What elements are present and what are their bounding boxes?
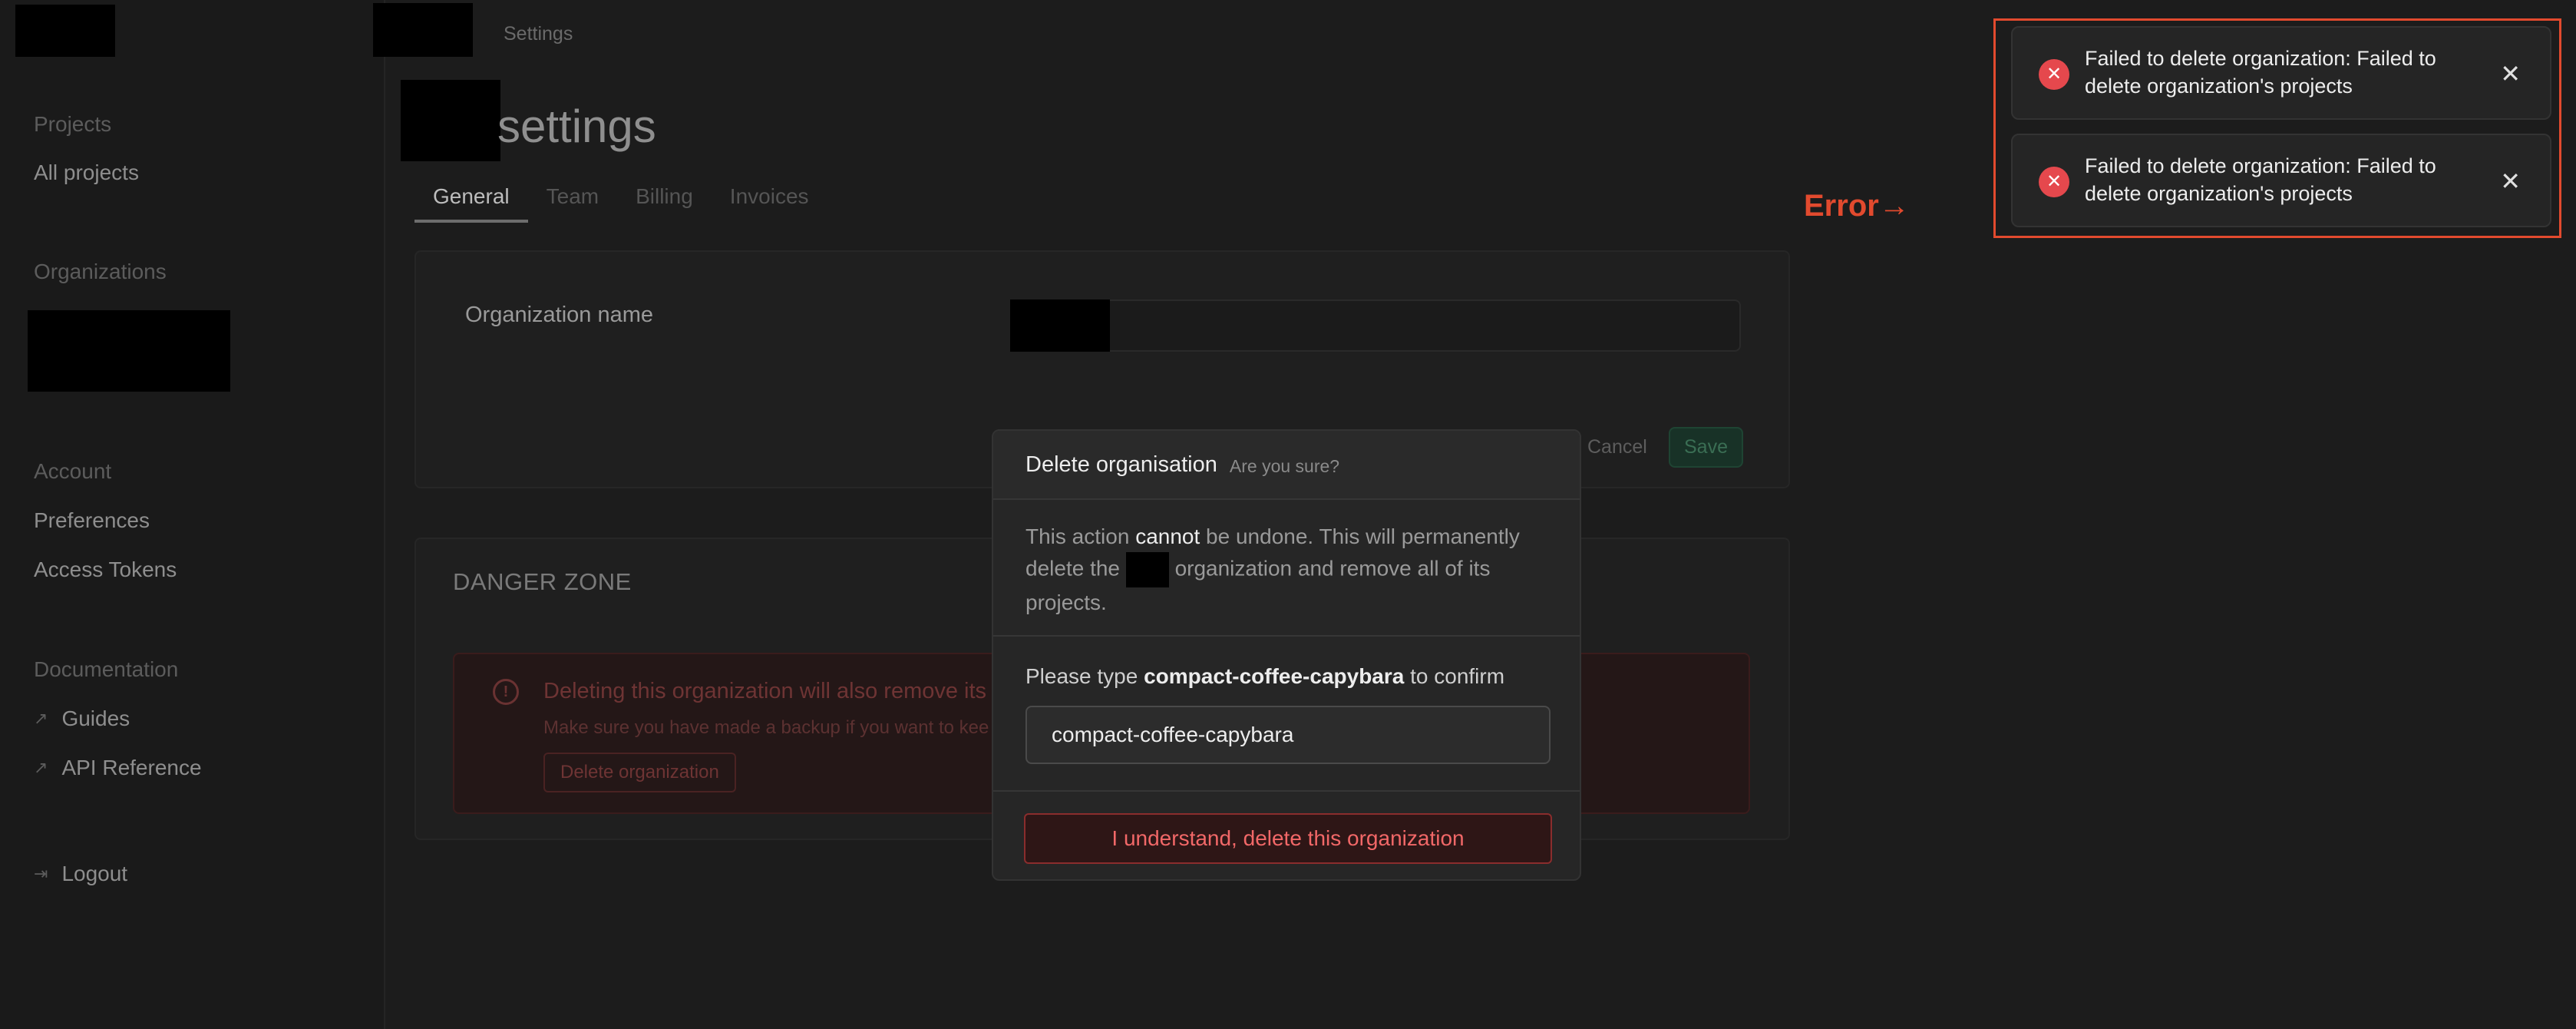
sidebar-section-organizations: Organizations xyxy=(34,260,167,283)
project-name-redacted[interactable] xyxy=(373,3,473,57)
sidebar-section-account: Account xyxy=(34,459,112,483)
danger-warning-heading: Deleting this organization will also rem… xyxy=(543,679,1006,703)
confirm-name-input[interactable]: compact-coffee-capybara xyxy=(1025,706,1551,764)
sidebar-item-label: All projects xyxy=(34,160,139,184)
logo-redacted xyxy=(15,5,115,57)
sidebar-item-api-reference[interactable]: ↗ API Reference xyxy=(34,756,202,780)
breadcrumb: Settings xyxy=(504,23,573,45)
confirm-instruction: Please type compact-coffee-capybara to c… xyxy=(1025,664,1504,689)
close-icon[interactable]: ✕ xyxy=(2500,166,2521,197)
modal-confirm-section: Please type compact-coffee-capybara to c… xyxy=(993,638,1580,792)
logout-button[interactable]: ⇥ Logout xyxy=(34,862,127,886)
toast-message: Failed to delete organization: Failed to… xyxy=(2085,154,2436,205)
modal-warning-body: This action cannot be undone. This will … xyxy=(993,501,1580,637)
sidebar-item-guides[interactable]: ↗ Guides xyxy=(34,706,130,731)
confirm-delete-button[interactable]: I understand, delete this organization xyxy=(1024,813,1552,864)
danger-warning-text: Make sure you have made a backup if you … xyxy=(543,717,989,738)
sidebar-section-projects: Projects xyxy=(34,112,112,136)
logout-label: Logout xyxy=(61,862,128,885)
modal-subtitle: Are you sure? xyxy=(1229,455,1340,476)
sidebar: Projects All projects Organizations Acco… xyxy=(0,0,385,1029)
error-x-icon: ✕ xyxy=(2039,167,2069,197)
save-button[interactable]: Save xyxy=(1669,427,1743,468)
modal-text-prefix: This action xyxy=(1025,524,1130,548)
cancel-button[interactable]: Cancel xyxy=(1577,428,1658,466)
settings-tabs: General Team Billing Invoices xyxy=(414,175,827,223)
alert-circle-icon: ! xyxy=(493,679,519,705)
sidebar-item-label: Preferences xyxy=(34,508,150,532)
page-title: settings xyxy=(497,101,656,152)
organization-item-redacted[interactable] xyxy=(28,310,230,392)
tab-general[interactable]: General xyxy=(414,175,528,223)
tab-invoices[interactable]: Invoices xyxy=(712,175,827,223)
error-annotation-label: Error→ xyxy=(1804,189,1910,223)
modal-title: Delete organisation xyxy=(1025,452,1217,477)
confirm-prefix: Please type xyxy=(1025,664,1138,688)
delete-organisation-modal: Delete organisation Are you sure? This a… xyxy=(992,429,1581,881)
confirm-suffix: to confirm xyxy=(1410,664,1505,688)
tab-billing[interactable]: Billing xyxy=(617,175,712,223)
error-toast: ✕ Failed to delete organization: Failed … xyxy=(2011,26,2551,120)
organization-name-label: Organization name xyxy=(465,303,654,327)
logout-icon: ⇥ xyxy=(34,864,48,883)
sidebar-item-preferences[interactable]: Preferences xyxy=(34,508,150,533)
danger-zone-title: DANGER ZONE xyxy=(453,568,632,595)
close-icon[interactable]: ✕ xyxy=(2500,58,2521,89)
page-title-org-redacted xyxy=(401,80,500,161)
external-link-icon: ↗ xyxy=(34,758,48,777)
modal-text-emphasis: cannot xyxy=(1135,524,1200,548)
error-toast: ✕ Failed to delete organization: Failed … xyxy=(2011,134,2551,227)
external-link-icon: ↗ xyxy=(34,709,48,728)
toast-message: Failed to delete organization: Failed to… xyxy=(2085,47,2436,98)
modal-warning-text: This action cannot be undone. This will … xyxy=(1025,521,1555,618)
sidebar-item-access-tokens[interactable]: Access Tokens xyxy=(34,558,177,582)
sidebar-item-label: Access Tokens xyxy=(34,558,177,581)
org-name-redacted xyxy=(1125,552,1169,587)
sidebar-section-documentation: Documentation xyxy=(34,657,179,681)
sidebar-item-label: API Reference xyxy=(61,756,202,779)
modal-header: Delete organisation Are you sure? xyxy=(993,431,1580,500)
sidebar-item-all-projects[interactable]: All projects xyxy=(34,160,139,185)
delete-organization-button[interactable]: Delete organization xyxy=(543,753,736,792)
error-x-icon: ✕ xyxy=(2039,59,2069,90)
sidebar-item-label: Guides xyxy=(61,706,130,730)
confirm-code: compact-coffee-capybara xyxy=(1144,664,1405,688)
tab-team[interactable]: Team xyxy=(528,175,617,223)
organization-name-input[interactable] xyxy=(1010,299,1741,352)
organization-name-value-redacted xyxy=(1010,299,1110,352)
